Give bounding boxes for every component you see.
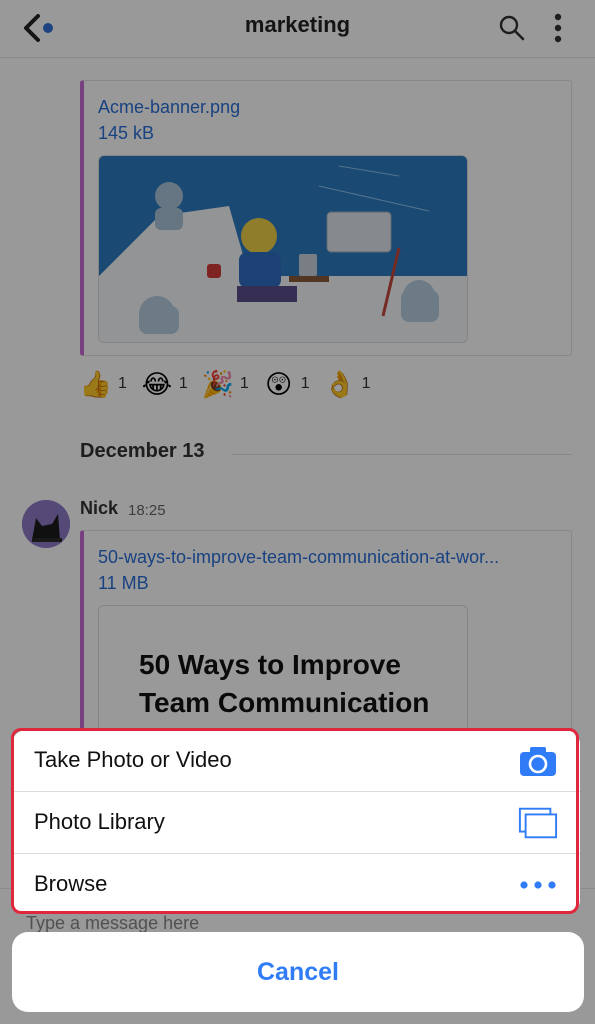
option-label: Take Photo or Video	[34, 747, 232, 772]
photo-library-option[interactable]: Photo Library	[12, 792, 580, 854]
take-photo-or-video-option[interactable]: Take Photo or Video	[12, 730, 580, 792]
photo-library-icon	[518, 806, 558, 840]
browse-option[interactable]: Browse	[12, 854, 580, 914]
option-label: Browse	[34, 871, 108, 896]
camera-icon	[518, 744, 558, 778]
option-label: Photo Library	[34, 809, 165, 834]
action-sheet: Take Photo or Video Photo Library Browse	[12, 730, 580, 914]
ellipsis-icon	[518, 868, 558, 902]
cancel-button[interactable]: Cancel	[12, 932, 584, 1012]
